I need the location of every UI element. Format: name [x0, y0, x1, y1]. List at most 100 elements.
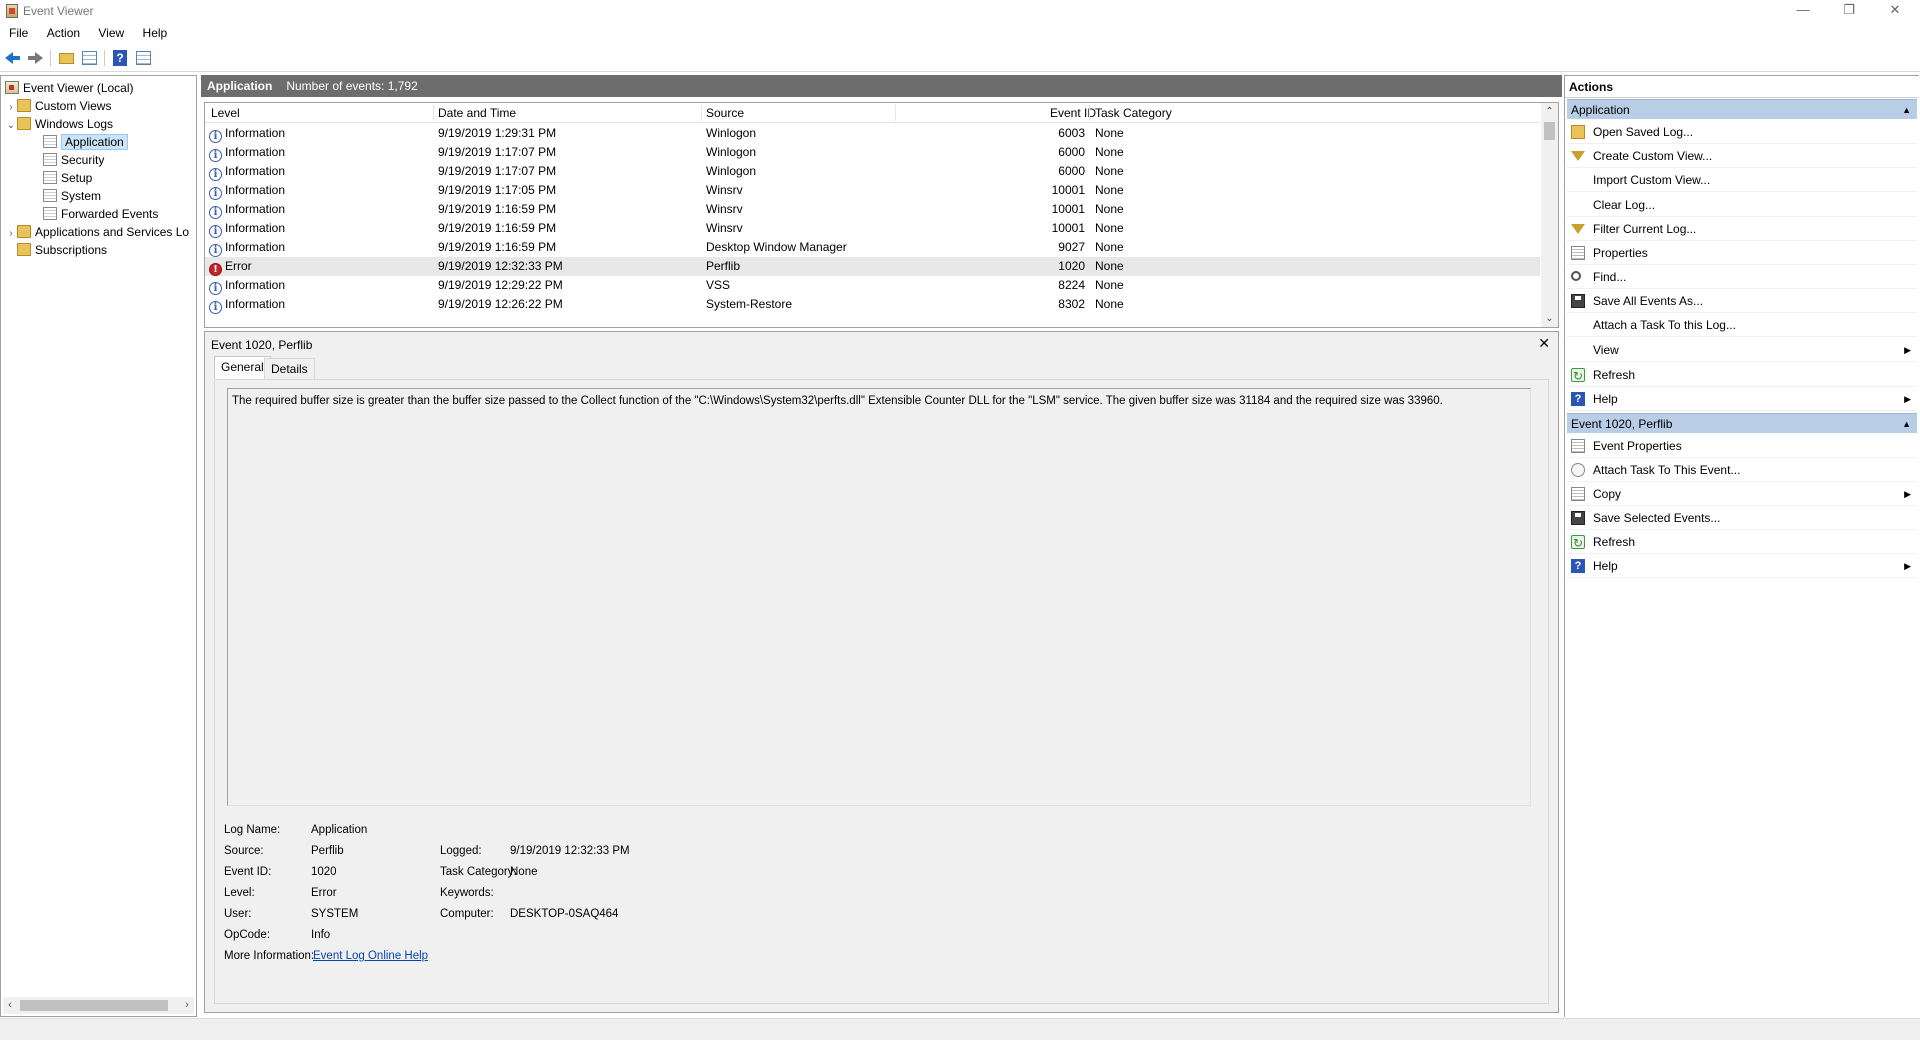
column-divider[interactable]: [433, 105, 434, 121]
show-hide-console-tree-button[interactable]: [82, 50, 98, 66]
column-divider[interactable]: [701, 105, 702, 121]
close-button[interactable]: ✕: [1872, 0, 1918, 22]
event-id-label: Event ID:: [224, 866, 272, 878]
tree-item-setup[interactable]: Setup: [43, 169, 92, 187]
action-open-saved-log[interactable]: Open Saved Log...: [1567, 120, 1917, 144]
table-row[interactable]: i Information 9/19/2019 1:16:59 PM Winsrv 10…: [205, 219, 1540, 238]
action-event-properties[interactable]: Event Properties: [1567, 434, 1917, 458]
tree-item-windows-logs[interactable]: ⌄ Windows Logs: [5, 115, 113, 133]
scroll-up-icon[interactable]: ⌃: [1541, 103, 1558, 120]
action-find[interactable]: Find...: [1567, 265, 1917, 289]
scroll-right-icon[interactable]: ›: [180, 997, 194, 1014]
table-row[interactable]: i Information 9/19/2019 1:29:31 PM Winlogon…: [205, 124, 1540, 143]
task-category-cell: None: [1095, 221, 1124, 235]
help-button[interactable]: ?: [113, 50, 129, 66]
table-row[interactable]: i Information 9/19/2019 1:17:05 PM Winsrv 10…: [205, 181, 1540, 200]
scroll-left-icon[interactable]: ‹: [3, 997, 17, 1014]
level-text: Information: [225, 240, 286, 254]
tree-item-security[interactable]: Security: [43, 151, 104, 169]
submenu-arrow-icon: ▶: [1904, 489, 1911, 499]
action-filter-current-log[interactable]: Filter Current Log...: [1567, 217, 1917, 241]
source-value: Perflib: [311, 845, 344, 857]
show-hide-action-pane-button[interactable]: [136, 50, 152, 66]
vertical-scrollbar[interactable]: ⌃ ⌄: [1541, 103, 1558, 327]
action-help[interactable]: ? Help ▶: [1567, 387, 1917, 411]
column-divider[interactable]: [895, 105, 896, 121]
collapse-icon[interactable]: ▲: [1902, 100, 1911, 120]
table-row[interactable]: i Information 9/19/2019 1:17:07 PM Winlogon…: [205, 162, 1540, 181]
information-icon: i: [209, 130, 222, 143]
tree-label: Windows Logs: [35, 117, 114, 131]
event-message[interactable]: The required buffer size is greater than…: [227, 388, 1531, 806]
action-save-selected-events[interactable]: Save Selected Events...: [1567, 506, 1917, 530]
task-category-cell: None: [1095, 164, 1124, 178]
close-detail-icon[interactable]: ✕: [1538, 335, 1550, 352]
task-icon: [1571, 463, 1585, 477]
table-row[interactable]: i Information 9/19/2019 1:16:59 PM Winsrv 10…: [205, 200, 1540, 219]
tree-item-system[interactable]: System: [43, 187, 101, 205]
date-cell: 9/19/2019 1:17:07 PM: [438, 145, 557, 159]
event-log-online-help-link[interactable]: Event Log Online Help: [313, 950, 428, 962]
action-clear-log[interactable]: Clear Log...: [1567, 193, 1917, 217]
computer-label: Computer:: [440, 908, 494, 920]
column-header-date-time[interactable]: Date and Time: [438, 106, 516, 120]
chevron-down-icon[interactable]: ⌄: [5, 117, 17, 135]
chevron-right-icon[interactable]: ›: [5, 225, 17, 243]
actions-title: Actions: [1565, 76, 1919, 98]
tab-general[interactable]: General: [214, 356, 271, 380]
menu-action[interactable]: Action: [38, 24, 86, 40]
action-import-custom-view[interactable]: Import Custom View...: [1567, 168, 1917, 192]
menu-bar: File Action View Help: [0, 24, 1920, 44]
up-folder-button[interactable]: [59, 50, 75, 66]
actions-group-event[interactable]: Event 1020, Perflib ▲: [1567, 413, 1917, 433]
forward-button[interactable]: [27, 50, 43, 66]
scrollbar-thumb[interactable]: [1544, 122, 1555, 140]
submenu-arrow-icon: ▶: [1904, 394, 1911, 404]
level-text: Information: [225, 126, 286, 140]
horizontal-scrollbar[interactable]: ‹ ›: [3, 997, 194, 1014]
event-count: Number of events: 1,792: [286, 79, 418, 93]
action-help[interactable]: ? Help ▶: [1567, 554, 1917, 578]
event-id-cell: 1020: [1058, 259, 1085, 273]
menu-help[interactable]: Help: [134, 24, 174, 40]
action-attach-task-to-this-event[interactable]: Attach Task To This Event...: [1567, 458, 1917, 482]
event-list[interactable]: Level Date and Time Source Event ID Task…: [204, 102, 1559, 328]
task-category-label: Task Category:: [440, 866, 517, 878]
center-pane: Application Number of events: 1,792 Level…: [201, 75, 1562, 1017]
tree-item-applications-and-services[interactable]: › Applications and Services Lo: [5, 223, 189, 241]
action-create-custom-view[interactable]: Create Custom View...: [1567, 144, 1917, 168]
tree-item-subscriptions[interactable]: Subscriptions: [17, 241, 107, 259]
table-row[interactable]: i Information 9/19/2019 1:16:59 PM Desktop …: [205, 238, 1540, 257]
column-divider[interactable]: [1089, 105, 1090, 121]
tree-item-forwarded-events[interactable]: Forwarded Events: [43, 205, 158, 223]
action-properties[interactable]: Properties: [1567, 241, 1917, 265]
minimize-button[interactable]: —: [1780, 0, 1826, 22]
action-attach-a-task-to-this-log[interactable]: Attach a Task To this Log...: [1567, 313, 1917, 337]
action-copy[interactable]: Copy ▶: [1567, 482, 1917, 506]
restore-button[interactable]: ❐: [1826, 0, 1872, 22]
action-save-all-events-as[interactable]: Save All Events As...: [1567, 289, 1917, 313]
collapse-icon[interactable]: ▲: [1902, 414, 1911, 434]
back-button[interactable]: [5, 50, 21, 66]
table-row[interactable]: i Information 9/19/2019 1:17:07 PM Winlogon…: [205, 143, 1540, 162]
scrollbar-thumb[interactable]: [20, 1000, 168, 1011]
tab-details[interactable]: Details: [264, 358, 315, 380]
tree-item-application[interactable]: Application: [43, 133, 128, 151]
tree-item-custom-views[interactable]: › Custom Views: [5, 97, 111, 115]
menu-view[interactable]: View: [89, 24, 130, 40]
tree-item-event-viewer-local[interactable]: Event Viewer (Local): [5, 79, 134, 97]
action-refresh[interactable]: Refresh: [1567, 530, 1917, 555]
action-refresh[interactable]: Refresh: [1567, 363, 1917, 388]
action-view[interactable]: View ▶: [1567, 338, 1917, 362]
table-row[interactable]: i Information 9/19/2019 12:26:22 PM System-…: [205, 295, 1540, 314]
actions-group-application[interactable]: Application ▲: [1567, 99, 1917, 119]
column-header-source[interactable]: Source: [706, 106, 744, 120]
column-header-level[interactable]: Level: [211, 106, 240, 120]
menu-file[interactable]: File: [0, 24, 34, 40]
logged-label: Logged:: [440, 845, 482, 857]
table-row[interactable]: i Information 9/19/2019 12:29:22 PM VSS 8224…: [205, 276, 1540, 295]
table-row[interactable]: ! Error 9/19/2019 12:32:33 PM Perflib 1020 No…: [205, 257, 1540, 276]
scroll-down-icon[interactable]: ⌄: [1541, 310, 1558, 327]
column-header-task-category[interactable]: Task Category: [1095, 106, 1172, 120]
save-icon: [1571, 294, 1585, 308]
